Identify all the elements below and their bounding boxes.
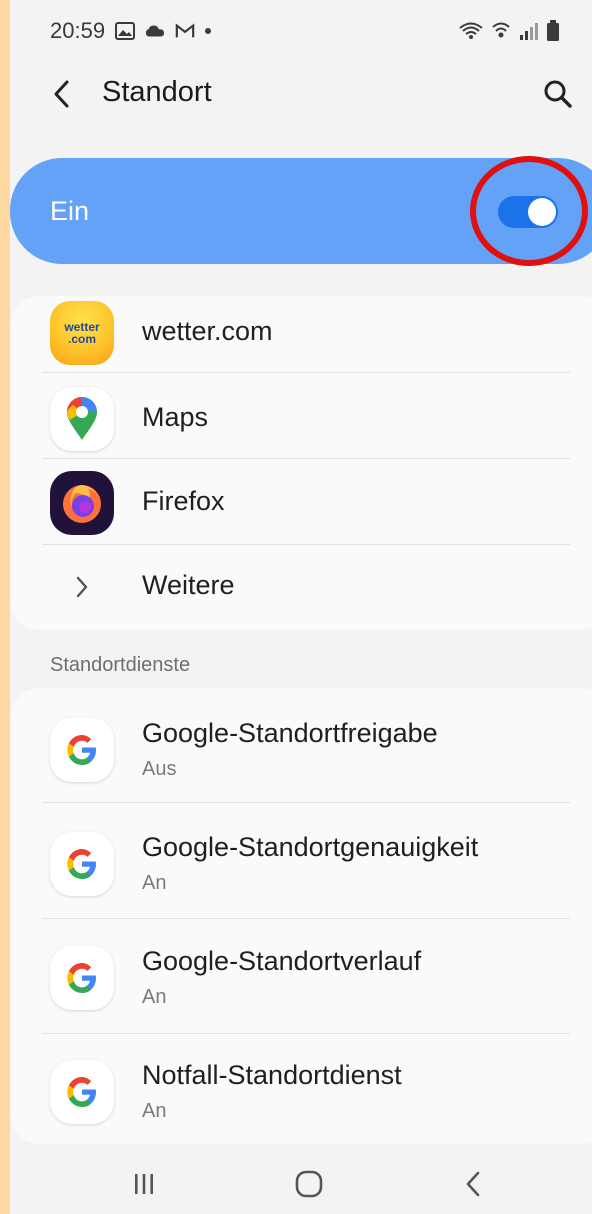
service-label: Google-Standortfreigabe xyxy=(142,718,438,748)
wifi-calling-icon xyxy=(492,22,510,38)
status-right xyxy=(458,20,560,42)
nav-back-icon xyxy=(466,1171,480,1197)
chevron-right-icon xyxy=(50,555,114,619)
service-status: An xyxy=(142,986,167,1008)
service-status: An xyxy=(142,1100,167,1122)
phone-screen: 20:59 Standort Ein wetter .com wetter.co… xyxy=(10,0,592,1214)
gmail-icon xyxy=(175,23,195,38)
app-label: wetter.com xyxy=(142,316,273,346)
master-toggle-label: Ein xyxy=(50,196,90,226)
navigation-bar xyxy=(10,1152,592,1214)
section-header: Standortdienste xyxy=(50,654,191,676)
nav-back-button[interactable] xyxy=(454,1164,494,1204)
signal-icon xyxy=(520,23,538,40)
divider xyxy=(42,802,570,803)
home-icon xyxy=(295,1170,323,1198)
wifi-icon xyxy=(459,22,483,39)
service-status: Aus xyxy=(142,758,177,780)
status-time: 20:59 xyxy=(50,18,106,43)
page-title: Standort xyxy=(102,76,212,108)
highlight-circle xyxy=(470,156,588,266)
app-bar: Standort xyxy=(10,62,592,126)
divider xyxy=(42,372,570,373)
service-row[interactable]: Google-Standortfreigabe Aus xyxy=(42,706,570,792)
more-apps-row[interactable]: Weitere xyxy=(42,552,570,622)
app-row-firefox[interactable]: Firefox xyxy=(42,468,570,538)
wetter-icon: wetter .com xyxy=(50,301,114,365)
divider xyxy=(42,918,570,919)
cloud-icon xyxy=(145,25,165,37)
search-icon xyxy=(544,80,572,108)
app-row-maps[interactable]: Maps xyxy=(42,384,570,454)
service-row[interactable]: Google-Standortgenauigkeit An xyxy=(42,820,570,906)
maps-icon xyxy=(50,387,114,451)
divider xyxy=(42,1033,570,1034)
search-button[interactable] xyxy=(538,74,578,114)
wetter-logo-suffix: .com xyxy=(67,332,96,346)
location-services-card: Google-Standortfreigabe Aus Google-Stand… xyxy=(10,688,592,1144)
service-label: Notfall-Standortdienst xyxy=(142,1060,402,1090)
status-left: 20:59 xyxy=(50,18,212,44)
app-label: Maps xyxy=(142,402,209,432)
google-icon xyxy=(50,832,114,896)
recent-apps-icon xyxy=(135,1174,153,1194)
service-row[interactable]: Notfall-Standortdienst An xyxy=(42,1048,570,1134)
back-button[interactable] xyxy=(44,76,80,112)
status-bar: 20:59 xyxy=(10,0,592,62)
gallery-icon xyxy=(115,22,136,40)
service-status: An xyxy=(142,872,167,894)
firefox-icon xyxy=(50,471,114,535)
service-label: Google-Standortverlauf xyxy=(142,946,422,976)
more-apps-label: Weitere xyxy=(142,570,235,600)
service-row[interactable]: Google-Standortverlauf An xyxy=(42,934,570,1020)
app-row-wetter[interactable]: wetter .com wetter.com xyxy=(42,298,570,368)
recent-apps-card: wetter .com wetter.com Maps Firefox Weit… xyxy=(10,296,592,630)
battery-icon xyxy=(547,20,559,41)
google-icon xyxy=(50,718,114,782)
divider xyxy=(42,458,570,459)
home-button[interactable] xyxy=(289,1164,329,1204)
back-arrow-icon xyxy=(54,80,69,108)
app-label: Firefox xyxy=(142,486,225,516)
divider xyxy=(42,544,570,545)
recent-apps-button[interactable] xyxy=(124,1164,164,1204)
service-label: Google-Standortgenauigkeit xyxy=(142,832,479,862)
google-icon xyxy=(50,946,114,1010)
google-icon xyxy=(50,1060,114,1124)
notification-dot xyxy=(205,28,212,34)
